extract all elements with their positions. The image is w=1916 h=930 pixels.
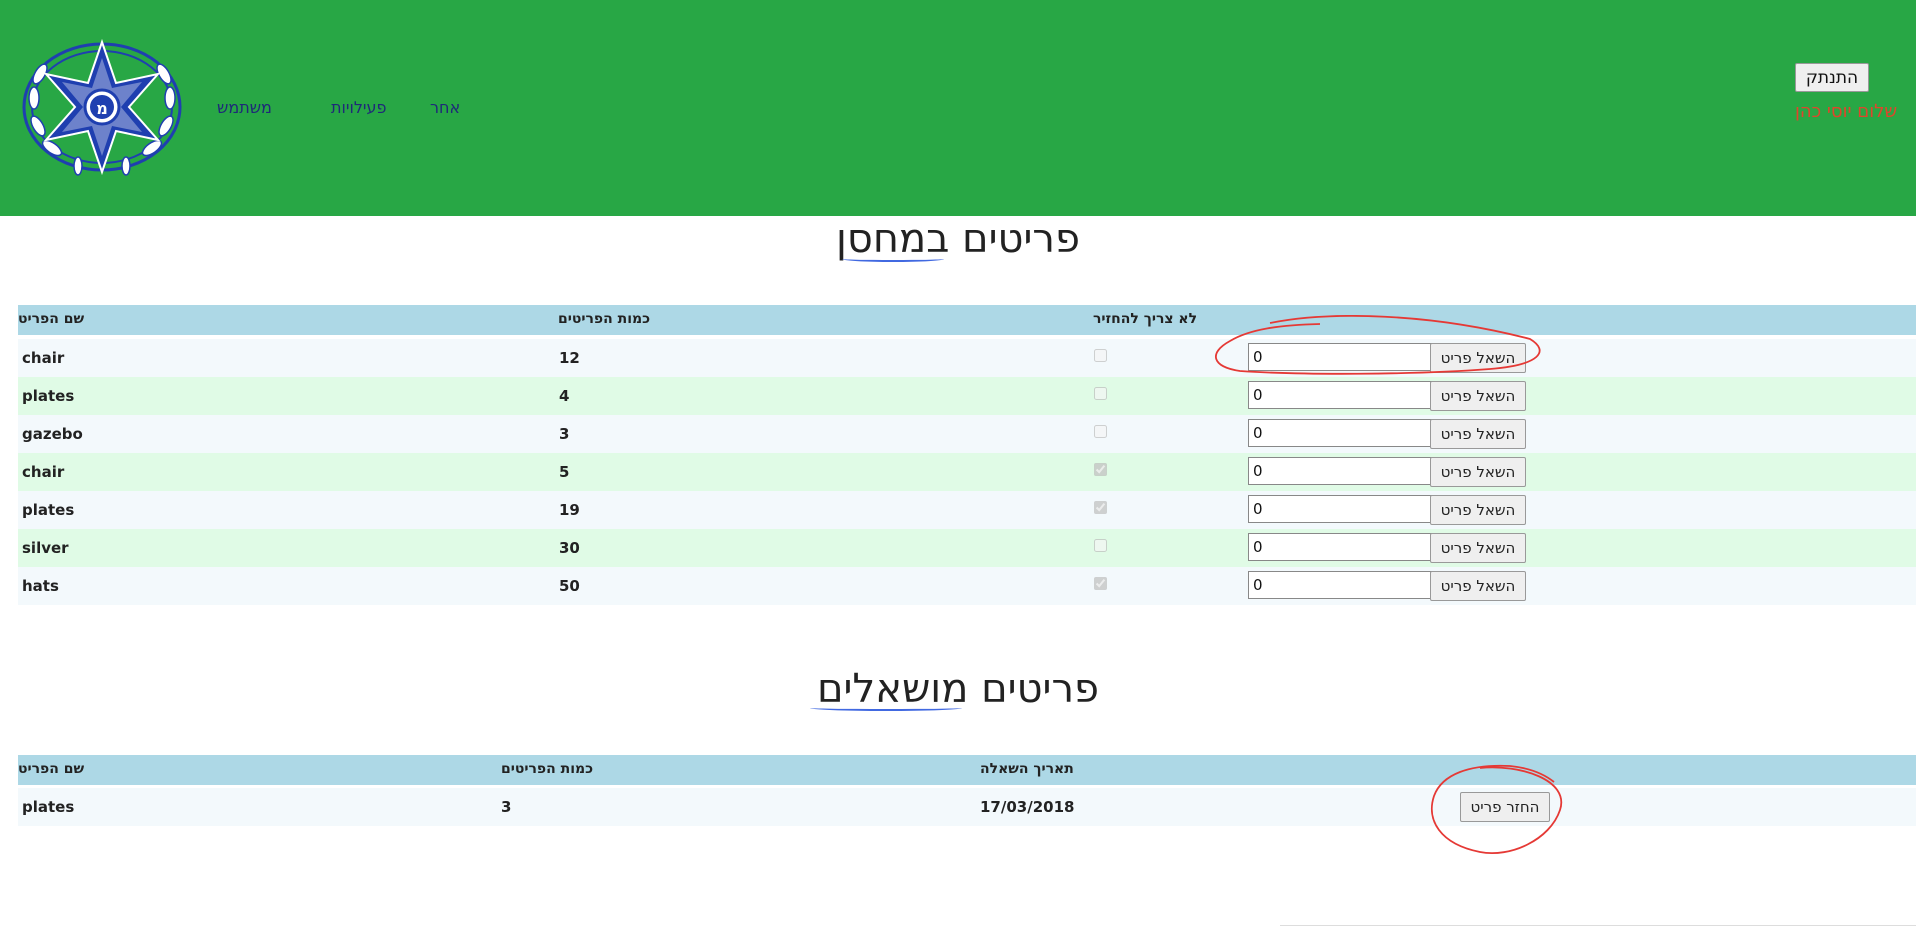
no-return-checkbox[interactable]	[1094, 577, 1107, 590]
item-quantity: 30	[559, 539, 580, 557]
nav-user[interactable]: משתמש	[217, 98, 272, 117]
borrow-quantity-input[interactable]	[1248, 495, 1432, 523]
table-row: hats 50 השאל פריט	[18, 567, 1916, 605]
title-underline-decoration	[810, 705, 962, 711]
footer-divider	[1280, 925, 1916, 926]
table-row: chair 5 השאל פריט	[18, 453, 1916, 491]
no-return-checkbox[interactable]	[1094, 463, 1107, 476]
table-row: plates 3 17/03/2018 החזר פריט	[18, 788, 1916, 826]
table-row: chair 12 השאל פריט	[18, 339, 1916, 377]
return-item-button[interactable]: החזר פריט	[1460, 792, 1550, 822]
item-quantity: 4	[559, 387, 570, 405]
borrow-quantity-input[interactable]	[1248, 419, 1432, 447]
no-return-checkbox[interactable]	[1094, 387, 1107, 400]
item-name: plates	[22, 798, 75, 816]
table-row: plates 19 השאל פריט	[18, 491, 1916, 529]
item-name: hats	[22, 577, 59, 595]
borrow-quantity-input[interactable]	[1248, 343, 1432, 371]
borrow-date: 17/03/2018	[980, 798, 1075, 816]
nav-other[interactable]: אחר	[430, 98, 460, 117]
item-name: plates	[22, 387, 75, 405]
svg-text:מ: מ	[96, 99, 108, 118]
table-row: gazebo 3 השאל פריט	[18, 415, 1916, 453]
col-item-name: שם הפריט	[18, 761, 85, 777]
item-name: gazebo	[22, 425, 83, 443]
borrowed-table-header: שם הפריט כמות הפריטים תאריך השאלה	[18, 755, 1916, 785]
item-quantity: 19	[559, 501, 580, 519]
no-return-checkbox[interactable]	[1094, 425, 1107, 438]
col-item-name: שם הפריט	[18, 311, 85, 327]
col-quantity: כמות הפריטים	[558, 311, 651, 327]
col-borrow-date: תאריך השאלה	[980, 761, 1074, 777]
borrow-item-button[interactable]: השאל פריט	[1430, 571, 1526, 601]
user-greeting: שלום יוסי כהן	[1795, 101, 1898, 122]
no-return-checkbox[interactable]	[1094, 349, 1107, 362]
logout-button[interactable]: התנתק	[1795, 63, 1869, 92]
item-name: silver	[22, 539, 69, 557]
borrow-item-button[interactable]: השאל פריט	[1430, 457, 1526, 487]
top-header: מ משתמש פעילויות אחר התנתק שלום יוסי כהן	[0, 0, 1916, 216]
item-name: plates	[22, 501, 75, 519]
item-quantity: 12	[559, 349, 580, 367]
item-quantity: 50	[559, 577, 580, 595]
title-underline-decoration	[842, 256, 944, 262]
borrow-item-button[interactable]: השאל פריט	[1430, 343, 1526, 373]
item-name: chair	[22, 349, 65, 367]
borrow-quantity-input[interactable]	[1248, 457, 1432, 485]
item-name: chair	[22, 463, 65, 481]
borrow-quantity-input[interactable]	[1248, 533, 1432, 561]
col-quantity: כמות הפריטים	[501, 761, 594, 777]
borrow-item-button[interactable]: השאל פריט	[1430, 419, 1526, 449]
warehouse-table-header: שם הפריט כמות הפריטים לא צריך להחזיר	[18, 305, 1916, 335]
item-quantity: 3	[501, 798, 512, 816]
police-emblem-logo: מ	[22, 38, 182, 176]
no-return-checkbox[interactable]	[1094, 539, 1107, 552]
table-row: silver 30 השאל פריט	[18, 529, 1916, 567]
table-row: plates 4 השאל פריט	[18, 377, 1916, 415]
item-quantity: 5	[559, 463, 570, 481]
borrow-quantity-input[interactable]	[1248, 381, 1432, 409]
borrow-item-button[interactable]: השאל פריט	[1430, 533, 1526, 563]
item-quantity: 3	[559, 425, 570, 443]
no-return-checkbox[interactable]	[1094, 501, 1107, 514]
borrow-item-button[interactable]: השאל פריט	[1430, 495, 1526, 525]
borrow-quantity-input[interactable]	[1248, 571, 1432, 599]
nav-activities[interactable]: פעילויות	[331, 98, 387, 117]
col-no-return: לא צריך להחזיר	[1093, 311, 1198, 327]
borrow-item-button[interactable]: השאל פריט	[1430, 381, 1526, 411]
